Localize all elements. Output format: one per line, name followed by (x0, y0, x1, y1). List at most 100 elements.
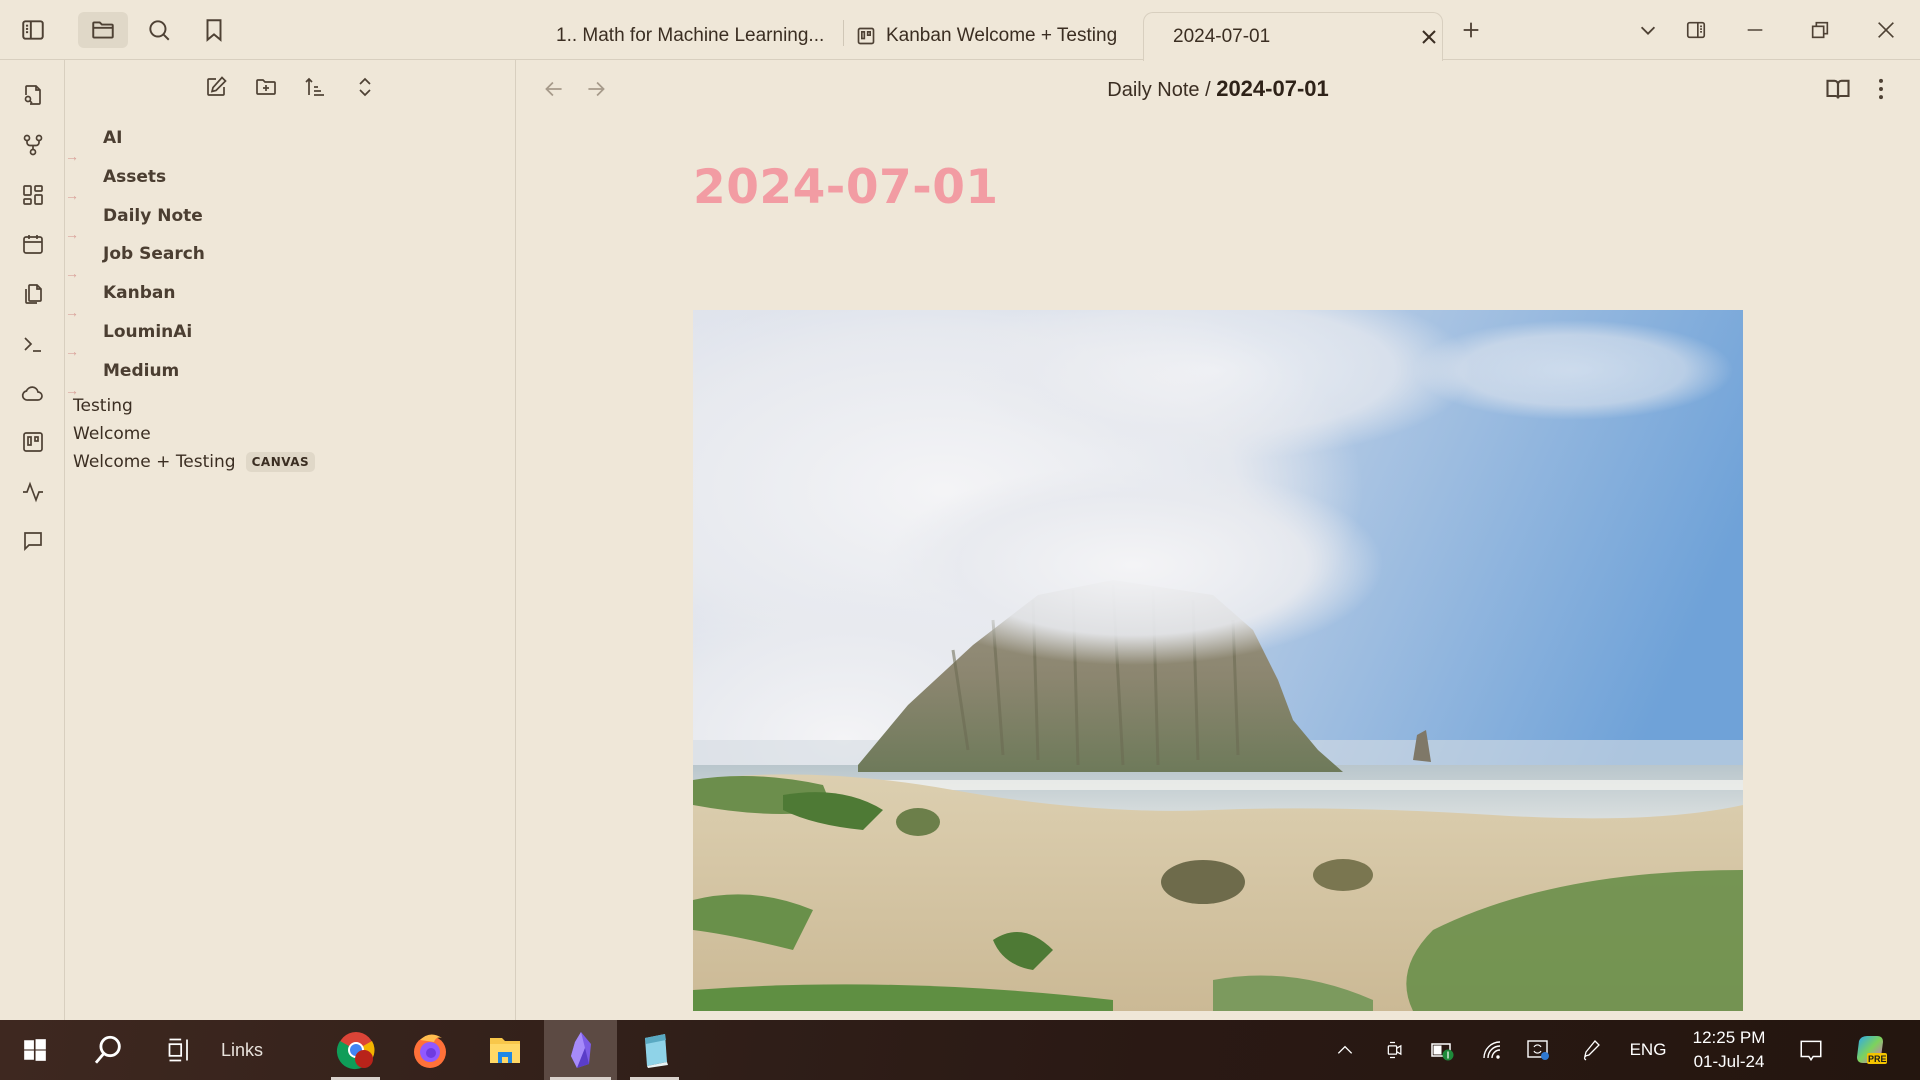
tray-camera[interactable] (1380, 1020, 1410, 1080)
canvas-button[interactable] (18, 180, 48, 210)
folder-item[interactable]: Medium (103, 361, 179, 381)
copilot-icon: PRE (1853, 1033, 1887, 1067)
cloud-icon (21, 381, 45, 405)
calendar-icon (21, 232, 45, 256)
toggle-sidebar-button[interactable] (8, 12, 58, 48)
close-window-button[interactable] (1872, 16, 1900, 44)
windows-taskbar: Links ENG 12:25 PM 01-Jul-24 PRE (0, 1020, 1920, 1080)
folder-arrow-icon: → (65, 265, 79, 281)
folder-item[interactable]: Kanban (103, 283, 176, 303)
terminal-icon (21, 332, 45, 356)
copy-icon (21, 282, 45, 306)
templates-button[interactable] (18, 279, 48, 309)
bookmarks-tab[interactable] (189, 12, 239, 48)
file-item[interactable]: Welcome + Testing CANVAS (73, 452, 316, 472)
breadcrumb-current[interactable]: 2024-07-01 (1216, 76, 1329, 101)
sync-button[interactable] (18, 378, 48, 408)
show-hidden-icons-button[interactable] (1330, 1020, 1360, 1080)
ribbon (0, 60, 65, 1020)
note-image (693, 310, 1743, 1011)
minimize-button[interactable] (1741, 16, 1769, 44)
taskbar-clock[interactable]: 12:25 PM 01-Jul-24 (1690, 1026, 1768, 1074)
tray-battery[interactable] (1428, 1020, 1458, 1080)
comments-button[interactable] (18, 526, 48, 556)
sidebar-right-icon (1685, 19, 1707, 41)
breadcrumb-parent[interactable]: Daily Note (1107, 79, 1199, 101)
folder-arrow-icon: → (65, 343, 79, 359)
kanban-button[interactable] (18, 427, 48, 457)
folder-item[interactable]: LouminAi (103, 322, 192, 342)
tray-remote[interactable] (1523, 1020, 1553, 1080)
new-tab-button[interactable] (1457, 16, 1485, 44)
folder-arrow-icon: → (65, 187, 79, 203)
folder-icon (90, 17, 116, 43)
folder-label: Medium (103, 361, 180, 381)
taskbar-app-obsidian[interactable] (544, 1020, 617, 1080)
more-options-button[interactable] (1867, 75, 1897, 105)
layout-dashboard-icon (21, 183, 45, 207)
task-view-icon (166, 1036, 194, 1064)
camera-icon (1385, 1038, 1405, 1062)
sidebar-header (0, 0, 516, 60)
tab-2024-07-01[interactable]: 2024-07-01 (1143, 12, 1443, 61)
close-tab-icon[interactable] (1417, 25, 1441, 49)
wifi-icon (1480, 1038, 1504, 1062)
start-button[interactable] (10, 1020, 60, 1080)
file-label: Welcome (73, 424, 151, 444)
sort-order-button[interactable] (300, 72, 330, 102)
kanban-icon (21, 430, 45, 454)
taskbar-search-button[interactable] (83, 1020, 133, 1080)
new-folder-button[interactable] (251, 72, 281, 102)
tray-pen[interactable] (1577, 1020, 1607, 1080)
sort-icon (303, 75, 327, 99)
landscape-photo (693, 310, 1743, 1011)
folder-plus-icon (254, 75, 278, 99)
message-square-icon (21, 529, 45, 553)
pen-icon (1580, 1038, 1604, 1062)
daily-note-button[interactable] (18, 229, 48, 259)
notification-icon (1798, 1037, 1824, 1063)
obsidian-icon (563, 1030, 599, 1070)
command-palette-button[interactable] (18, 329, 48, 359)
graph-view-button[interactable] (18, 130, 48, 160)
expand-collapse-button[interactable] (350, 72, 380, 102)
search-tab[interactable] (134, 12, 184, 48)
folder-item[interactable]: Assets (103, 167, 166, 187)
taskbar-app-notepad[interactable] (624, 1020, 685, 1080)
toggle-right-sidebar-button[interactable] (1682, 16, 1710, 44)
file-item[interactable]: Welcome (73, 424, 151, 444)
file-item[interactable]: Testing (73, 396, 133, 416)
taskbar-app-firefox[interactable] (399, 1020, 460, 1080)
new-note-button[interactable] (201, 72, 231, 102)
folder-item[interactable]: AI (103, 128, 122, 148)
file-search-icon (21, 83, 45, 107)
folder-item[interactable]: Daily Note (103, 206, 203, 226)
tab-kanban-welcome-testing[interactable]: Kanban Welcome + Testing (856, 12, 1117, 60)
folder-arrow-icon: → (65, 148, 79, 164)
folder-label: AI (103, 128, 123, 148)
file-explorer-tab[interactable] (78, 12, 128, 48)
tray-network[interactable] (1477, 1020, 1507, 1080)
copilot-button[interactable]: PRE (1850, 1020, 1890, 1080)
quick-switcher-button[interactable] (18, 80, 48, 110)
restore-button[interactable] (1806, 16, 1834, 44)
folder-item[interactable]: Job Search (103, 244, 205, 264)
tab-bar: 1.. Math for Machine Learning... Kanban … (516, 0, 1920, 61)
chevron-up-icon (1335, 1040, 1355, 1060)
taskbar-app-file-explorer[interactable] (474, 1020, 535, 1080)
reading-view-button[interactable] (1824, 75, 1854, 105)
activity-button[interactable] (18, 477, 48, 507)
file-label: Testing (73, 396, 133, 416)
tab-math-for-ml[interactable]: 1.. Math for Machine Learning... (556, 12, 824, 60)
folder-label: Kanban (103, 283, 176, 303)
links-toolbar[interactable]: Links (212, 1020, 272, 1080)
chevron-down-icon (1637, 19, 1659, 41)
tab-list-button[interactable] (1634, 16, 1662, 44)
input-language[interactable]: ENG (1628, 1020, 1668, 1080)
notifications-button[interactable] (1794, 1020, 1828, 1080)
edit-icon (204, 75, 228, 99)
task-view-button[interactable] (155, 1020, 205, 1080)
notepad-icon (635, 1030, 675, 1070)
clock-time: 12:25 PM (1692, 1028, 1766, 1047)
taskbar-app-chrome[interactable] (325, 1020, 386, 1080)
